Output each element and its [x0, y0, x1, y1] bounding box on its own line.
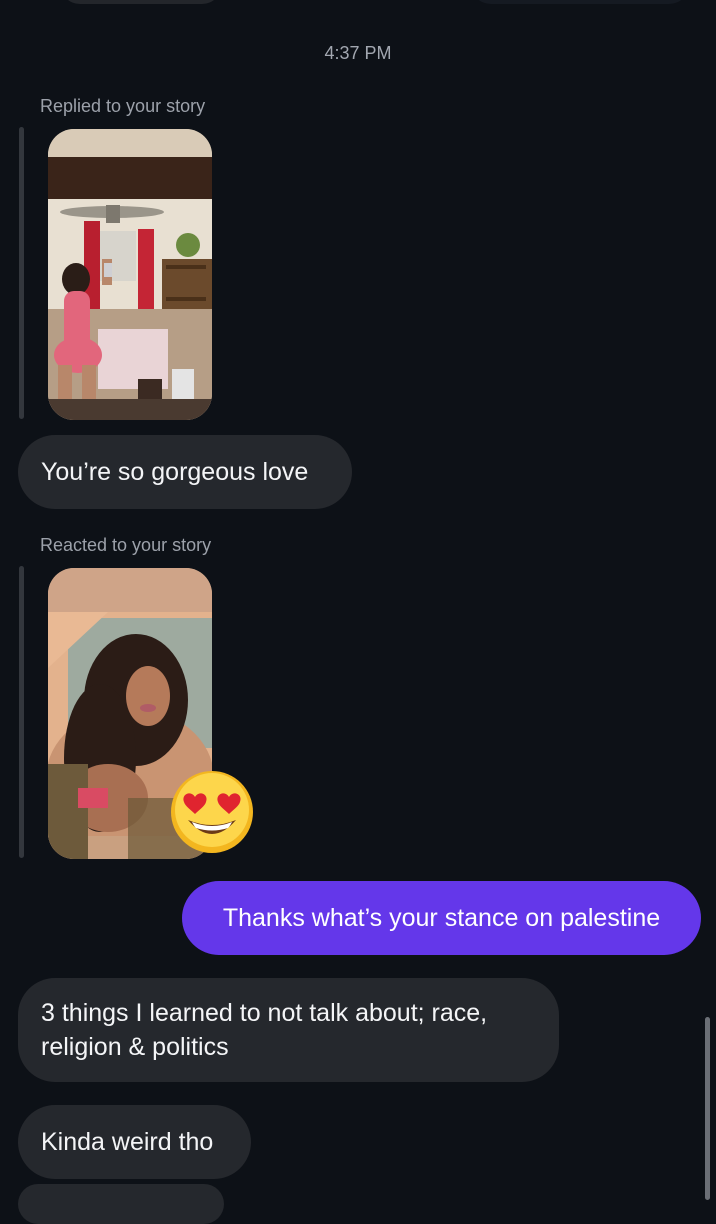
received-message-bubble[interactable]: You’re so gorgeous love	[18, 435, 352, 509]
scrollbar[interactable]	[705, 1017, 710, 1200]
message-text-line: 3 things I learned to not talk about; ra…	[41, 999, 488, 1027]
mirror-selfie-photo	[48, 129, 212, 420]
message-text: You’re so gorgeous love	[41, 458, 309, 486]
message-text-line: religion & politics	[41, 1033, 229, 1061]
story-reaction-indicator	[19, 566, 24, 858]
received-message-bubble[interactable]: Kinda weird tho	[18, 1105, 251, 1179]
story-thumbnail-mirror-selfie[interactable]	[48, 129, 212, 420]
previous-message-shadow	[470, 0, 690, 4]
heart-eyes-reaction-icon	[171, 771, 253, 853]
previous-message-bubble	[60, 0, 222, 4]
message-text: Kinda weird tho	[41, 1128, 214, 1156]
message-text: Thanks what’s your stance on palestine	[222, 904, 661, 932]
story-reply-label: Replied to your story	[40, 96, 206, 116]
sent-message-bubble[interactable]: Thanks what’s your stance on palestine	[182, 881, 701, 955]
message-timestamp: 4:37 PM	[324, 43, 392, 63]
story-reply-indicator	[19, 127, 24, 419]
story-reaction-label: Reacted to your story	[40, 535, 212, 555]
next-message-bubble[interactable]	[18, 1184, 224, 1224]
received-message-bubble[interactable]: 3 things I learned to not talk about; ra…	[18, 978, 559, 1082]
